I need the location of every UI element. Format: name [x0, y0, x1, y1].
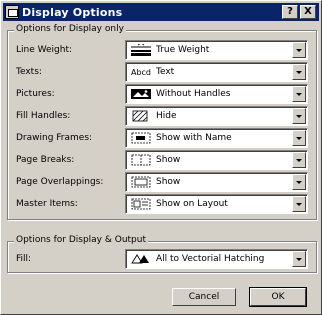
master-items-value: Show on Layout	[156, 199, 228, 209]
fill-dropdown[interactable]: All to Vectorial Hatching	[125, 249, 308, 269]
title-bar[interactable]: Display Options ? X	[3, 3, 319, 21]
texts-value: Text	[156, 67, 175, 77]
page-overlappings-dropdown[interactable]: Show	[125, 172, 308, 192]
chevron-down-icon[interactable]	[292, 42, 306, 58]
master-items-dropdown[interactable]: Show on Layout	[125, 194, 308, 214]
chevron-down-icon[interactable]	[292, 251, 306, 267]
display-output-group: Options for Display & Output Fill: All t…	[7, 235, 317, 273]
app-icon	[5, 5, 19, 19]
ok-button[interactable]: OK	[249, 287, 307, 307]
fill-handles-dropdown[interactable]: Hide	[125, 106, 308, 126]
page-overlappings-row: Page Overlappings: Show	[8, 172, 316, 192]
drawing-frames-label: Drawing Frames:	[16, 133, 93, 143]
drawing-frames-row: Drawing Frames: Show with Name	[8, 128, 316, 148]
frame-icon	[130, 132, 152, 144]
line-weight-icon	[130, 44, 152, 56]
picture-icon	[130, 88, 152, 100]
close-button[interactable]: X	[300, 5, 316, 19]
display-output-group-title: Options for Display & Output	[14, 235, 148, 245]
fill-value: All to Vectorial Hatching	[156, 254, 265, 264]
texts-label: Texts:	[16, 67, 42, 77]
dialog-title: Display Options	[22, 5, 123, 19]
page-overlappings-value: Show	[156, 177, 181, 187]
page-breaks-dropdown[interactable]: Show	[125, 150, 308, 170]
help-button[interactable]: ?	[282, 5, 298, 19]
fill-handles-value: Hide	[156, 111, 177, 121]
fill-handles-row: Fill Handles: Hide	[8, 106, 316, 126]
chevron-down-icon[interactable]	[292, 174, 306, 190]
fill-label: Fill:	[16, 254, 32, 264]
drawing-frames-dropdown[interactable]: Show with Name	[125, 128, 308, 148]
drawing-frames-value: Show with Name	[156, 133, 232, 143]
chevron-down-icon[interactable]	[292, 130, 306, 146]
texts-row: Texts: Abcd Text	[8, 62, 316, 82]
pictures-label: Pictures:	[16, 89, 55, 99]
chevron-down-icon[interactable]	[292, 64, 306, 80]
line-weight-label: Line Weight:	[16, 45, 73, 55]
display-only-group: Options for Display only Line Weight: Tr…	[7, 24, 317, 220]
chevron-down-icon[interactable]	[292, 196, 306, 212]
master-items-icon	[130, 198, 152, 210]
vectorial-fill-icon	[130, 253, 152, 265]
line-weight-row: Line Weight: True Weight	[8, 40, 316, 60]
master-items-row: Master Items: Show on Layout	[8, 194, 316, 214]
master-items-label: Master Items:	[16, 199, 78, 209]
page-overlappings-label: Page Overlappings:	[16, 177, 104, 187]
pictures-row: Pictures: Without Handles	[8, 84, 316, 104]
chevron-down-icon[interactable]	[292, 86, 306, 102]
page-overlap-icon	[130, 176, 152, 188]
page-breaks-value: Show	[156, 155, 181, 165]
pictures-value: Without Handles	[156, 89, 231, 99]
fill-row: Fill: All to Vectorial Hatching	[8, 249, 316, 269]
line-weight-dropdown[interactable]: True Weight	[125, 40, 308, 60]
page-break-icon	[130, 154, 152, 166]
chevron-down-icon[interactable]	[292, 152, 306, 168]
display-only-group-title: Options for Display only	[14, 24, 126, 34]
display-options-dialog: Display Options ? X Options for Display …	[0, 0, 322, 315]
text-sample-icon: Abcd	[130, 67, 152, 77]
page-breaks-label: Page Breaks:	[16, 155, 75, 165]
line-weight-value: True Weight	[156, 45, 210, 55]
page-breaks-row: Page Breaks: Show	[8, 150, 316, 170]
pictures-dropdown[interactable]: Without Handles	[125, 84, 308, 104]
texts-dropdown[interactable]: Abcd Text	[125, 62, 308, 82]
chevron-down-icon[interactable]	[292, 108, 306, 124]
fill-handles-label: Fill Handles:	[16, 111, 71, 121]
cancel-button[interactable]: Cancel	[172, 288, 236, 306]
fill-hatch-icon	[130, 110, 152, 122]
